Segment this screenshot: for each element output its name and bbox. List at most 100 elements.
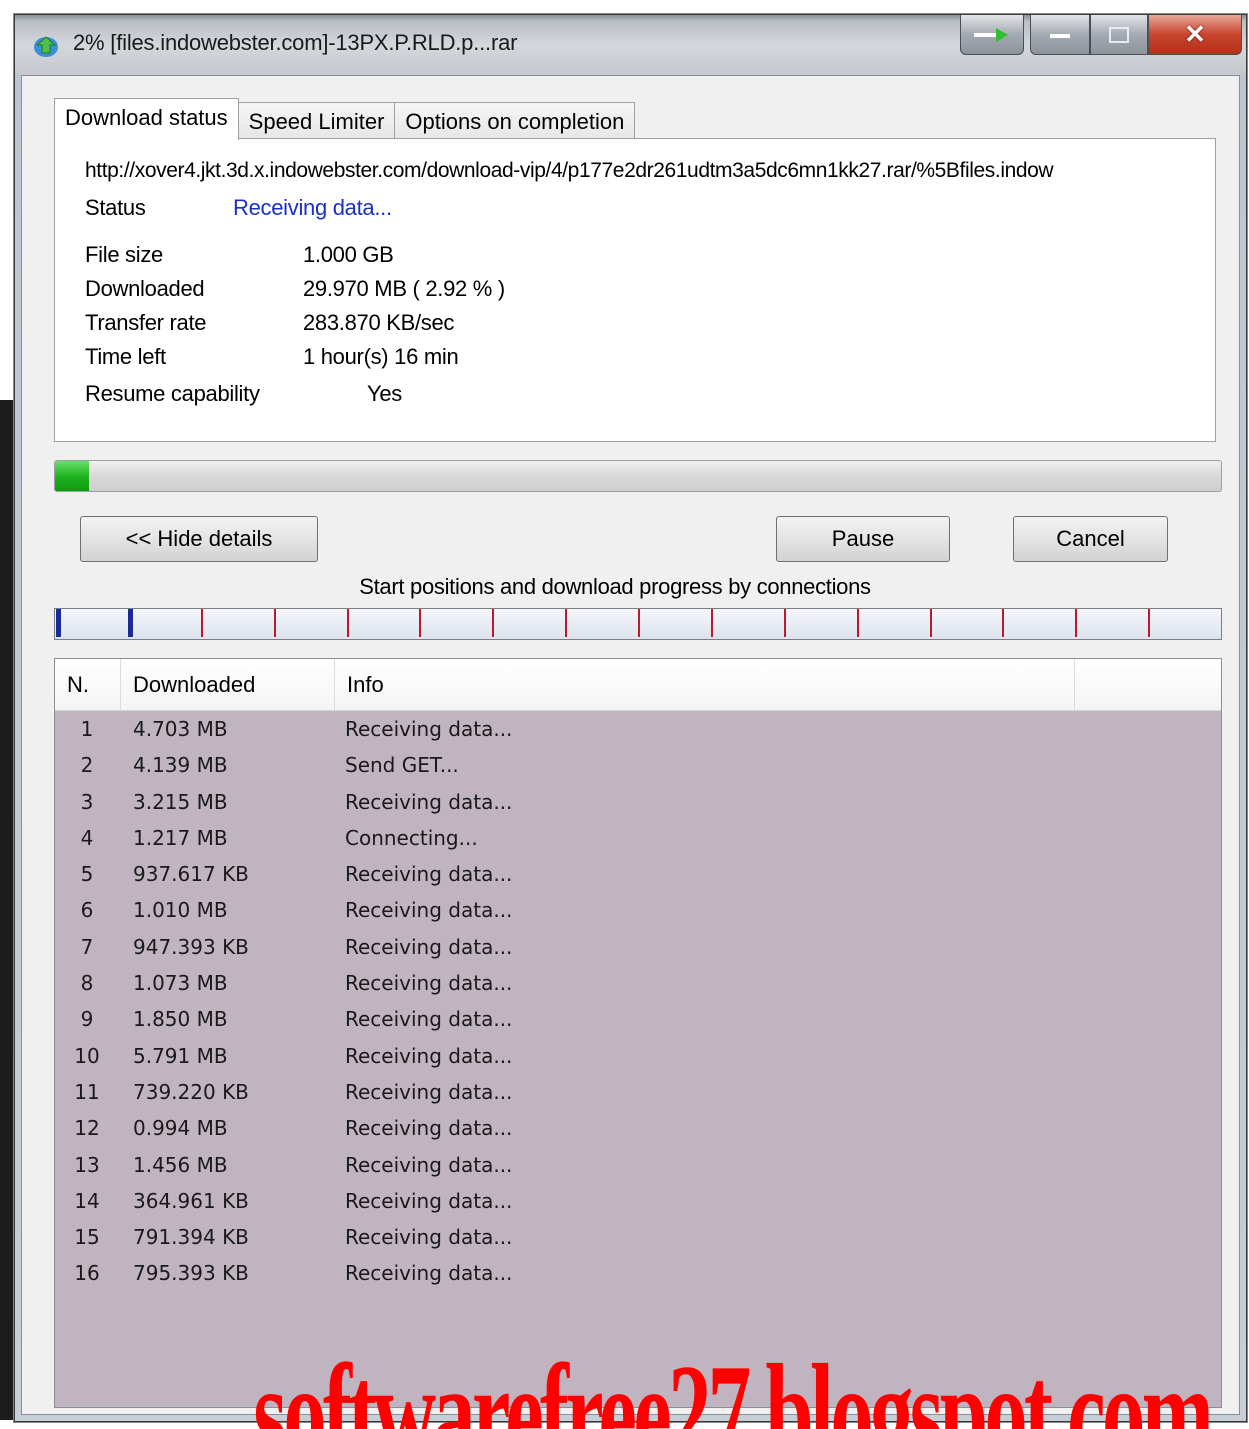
connections-caption: Start positions and download progress by… (359, 574, 871, 599)
file-size-label: File size (85, 242, 163, 267)
row-downloaded: 1.010 MB (133, 898, 228, 923)
time-left-value: 1 hour(s) 16 min (303, 344, 459, 369)
list-item[interactable]: 11 739.220 KB Receiving data... (55, 1074, 1221, 1110)
connection-start-tick (346, 609, 349, 637)
connection-start-tick (783, 609, 786, 637)
list-item[interactable]: 12 0.994 MB Receiving data... (55, 1110, 1221, 1146)
connection-start-tick (200, 609, 203, 637)
list-item[interactable]: 13 1.456 MB Receiving data... (55, 1147, 1221, 1183)
close-icon: ✕ (1184, 19, 1206, 49)
column-header-n[interactable]: N. (55, 659, 121, 711)
row-number: 14 (74, 1188, 100, 1213)
download-progress-bar (54, 460, 1222, 492)
list-item[interactable]: 4 1.217 MB Connecting... (55, 820, 1221, 856)
connection-start-tick (638, 609, 640, 637)
row-downloaded: 4.139 MB (133, 753, 228, 778)
tab-strip: Download status Speed Limiter Options on… (54, 98, 636, 140)
maximize-button[interactable] (1090, 15, 1148, 55)
download-url: http://xover4.jkt.3d.x.indowebster.com/d… (85, 159, 1054, 182)
downloaded-value: 29.970 MB ( 2.92 % ) (303, 276, 505, 301)
resume-capability-value: Yes (367, 381, 402, 406)
connection-start-tick (856, 609, 859, 637)
title-bar[interactable]: 2% [files.indowebster.com]-13PX.P.RLD.p.… (15, 15, 1246, 75)
green-arrow-icon (974, 27, 1008, 42)
row-info: Receiving data... (345, 789, 513, 814)
row-downloaded: 3.215 MB (133, 789, 228, 814)
connection-start-tick (565, 609, 568, 637)
connection-start-tick (127, 609, 133, 637)
row-number: 11 (74, 1079, 100, 1104)
list-item[interactable]: 2 4.139 MB Send GET... (55, 747, 1221, 783)
row-number: 13 (74, 1152, 100, 1177)
row-info: Receiving data... (345, 1043, 513, 1068)
list-item[interactable]: 8 1.073 MB Receiving data... (55, 965, 1221, 1001)
list-item[interactable]: 10 5.791 MB Receiving data... (55, 1038, 1221, 1074)
connections-progress-bar (54, 608, 1222, 640)
transfer-rate-label: Transfer rate (85, 310, 207, 335)
column-header-downloaded[interactable]: Downloaded (121, 659, 335, 711)
pause-button[interactable]: Pause (776, 516, 950, 562)
row-info: Receiving data... (345, 717, 513, 741)
row-downloaded: 1.850 MB (133, 1007, 228, 1032)
row-number: 15 (74, 1225, 100, 1250)
row-downloaded: 937.617 KB (133, 862, 249, 887)
connections-list[interactable]: N. Downloaded Info 1 4.703 MB Receiving da… (54, 658, 1222, 1408)
list-item[interactable]: 3 3.215 MB Receiving data... (55, 784, 1221, 820)
row-number: 10 (74, 1043, 100, 1068)
row-number: 5 (80, 862, 94, 887)
row-downloaded: 1.073 MB (133, 971, 228, 996)
row-downloaded: 739.220 KB (133, 1079, 249, 1104)
row-info: Connecting... (345, 825, 478, 850)
file-size-value: 1.000 GB (303, 242, 394, 267)
window-client-area: Download status Speed Limiter Options on… (21, 75, 1240, 1429)
row-number: 6 (80, 898, 94, 923)
list-item[interactable]: 15 791.394 KB Receiving data... (55, 1219, 1221, 1255)
row-downloaded: 364.961 KB (133, 1188, 249, 1213)
row-info: Receiving data... (345, 862, 513, 887)
row-info: Receiving data... (345, 1152, 513, 1177)
hide-details-button[interactable]: << Hide details (80, 516, 318, 562)
hide-to-tray-button[interactable] (960, 15, 1024, 55)
list-item[interactable]: 7 947.393 KB Receiving data... (55, 929, 1221, 965)
row-info: Receiving data... (345, 1261, 513, 1286)
list-rows: 1 4.703 MB Receiving data... 2 4.139 MB Send … (55, 711, 1221, 1292)
list-item[interactable]: 16 795.393 KB Receiving data... (55, 1255, 1221, 1291)
row-downloaded: 791.394 KB (133, 1225, 249, 1250)
connection-start-tick (1002, 609, 1005, 637)
close-button[interactable]: ✕ (1148, 15, 1242, 55)
row-info: Receiving data... (345, 1188, 513, 1213)
status-label: Status (85, 195, 146, 220)
list-item[interactable]: 9 1.850 MB Receiving data... (55, 1001, 1221, 1037)
connection-start-tick (929, 609, 932, 637)
tab-options-on-completion[interactable]: Options on completion (394, 102, 636, 140)
list-item[interactable]: 6 1.010 MB Receiving data... (55, 892, 1221, 928)
row-number: 16 (74, 1261, 100, 1286)
column-header-info[interactable]: Info (335, 659, 1075, 711)
window-controls: ✕ (960, 15, 1242, 61)
connection-start-tick (1148, 609, 1151, 637)
progress-fill (55, 461, 90, 491)
tab-download-status[interactable]: Download status (54, 98, 239, 140)
row-info: Receiving data... (345, 934, 513, 959)
row-info: Receiving data... (345, 1079, 513, 1104)
row-info: Send GET... (345, 753, 459, 778)
connection-start-tick (710, 609, 713, 637)
row-downloaded: 1.217 MB (133, 825, 228, 850)
download-progress-window: 2% [files.indowebster.com]-13PX.P.RLD.p.… (14, 14, 1247, 1429)
row-number: 7 (80, 934, 94, 959)
row-number: 12 (74, 1116, 100, 1141)
list-item[interactable]: 1 4.703 MB Receiving data... (55, 711, 1221, 747)
row-downloaded: 1.456 MB (133, 1152, 228, 1177)
minimize-button[interactable] (1030, 15, 1090, 55)
connection-start-tick (492, 609, 495, 637)
list-header: N. Downloaded Info (55, 659, 1221, 711)
cancel-button[interactable]: Cancel (1013, 516, 1168, 562)
row-number: 2 (80, 753, 94, 778)
row-info: Receiving data... (345, 971, 513, 996)
list-item[interactable]: 14 364.961 KB Receiving data... (55, 1183, 1221, 1219)
connection-start-tick (56, 609, 61, 637)
list-item[interactable]: 5 937.617 KB Receiving data... (55, 856, 1221, 892)
row-number: 8 (80, 971, 94, 996)
tab-speed-limiter[interactable]: Speed Limiter (237, 102, 396, 140)
row-number: 4 (80, 825, 94, 850)
